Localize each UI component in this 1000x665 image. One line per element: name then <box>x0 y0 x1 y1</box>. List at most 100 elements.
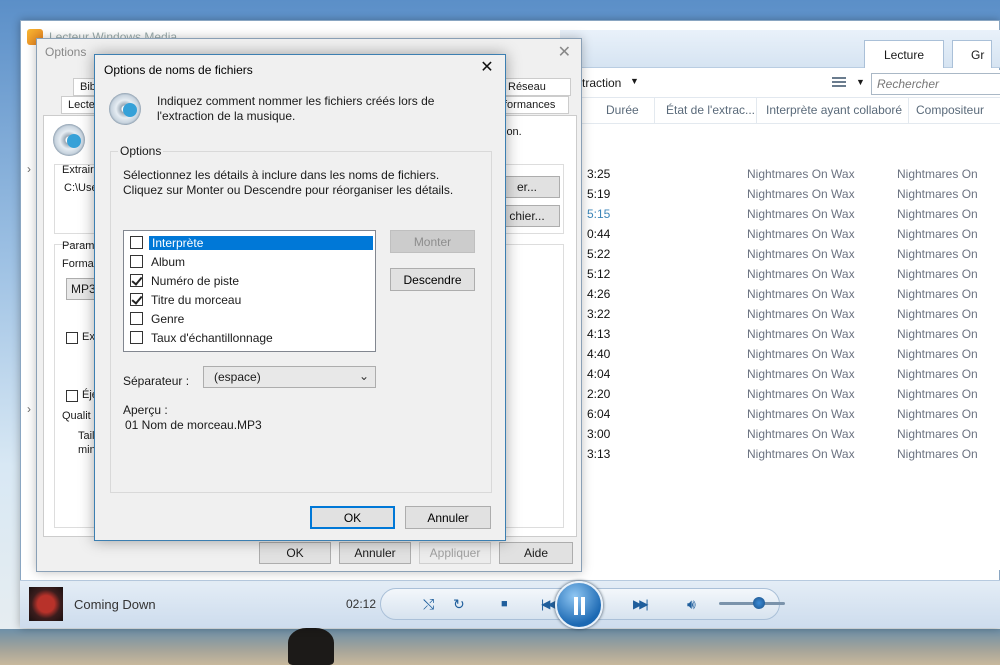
previous-icon[interactable]: |◀◀ <box>541 597 556 611</box>
list-item[interactable]: Titre du morceau <box>126 290 373 309</box>
view-options-icon[interactable] <box>832 77 846 89</box>
view-dropdown-icon[interactable]: ▼ <box>856 77 865 87</box>
track-composer: Nightmares On <box>897 347 978 361</box>
elapsed-time: 02:12 <box>346 597 377 611</box>
column-separator <box>908 98 909 124</box>
pause-icon <box>574 597 585 615</box>
table-row[interactable]: 2:20 Nightmares On Wax Nightmares On <box>560 384 1000 404</box>
options-help-button[interactable]: Aide <box>499 542 573 564</box>
track-composer: Nightmares On <box>897 267 978 281</box>
column-duration[interactable]: Durée <box>606 103 639 117</box>
chevron-right-icon[interactable]: › <box>27 162 31 176</box>
chevron-right-icon[interactable]: › <box>27 402 31 416</box>
track-composer: Nightmares On <box>897 247 978 261</box>
preview-value: 01 Nom de morceau.MP3 <box>125 418 262 432</box>
track-duration: 0:44 <box>587 227 611 241</box>
volume-slider-knob[interactable] <box>752 597 765 609</box>
tab-reseau[interactable]: Réseau <box>501 78 571 96</box>
column-contributing-artist[interactable]: Interprète ayant collaboré <box>766 103 902 117</box>
tab-gravure[interactable]: Gr <box>952 40 992 68</box>
options-group-label: Options <box>118 144 164 158</box>
list-item[interactable]: Album <box>126 252 373 271</box>
tab-performances[interactable]: formances <box>497 96 569 114</box>
track-composer: Nightmares On <box>897 227 978 241</box>
shuffle-icon[interactable]: ⤭ <box>423 597 434 611</box>
rip-path: C:\Use <box>64 182 98 194</box>
close-icon[interactable]: ✕ <box>558 42 571 62</box>
volume-icon[interactable]: 🔊︎ <box>687 597 696 611</box>
track-artist: Nightmares On Wax <box>747 367 855 381</box>
options-cancel-button[interactable]: Annuler <box>339 542 411 564</box>
separator-select[interactable]: (espace) ⌄ <box>203 366 376 388</box>
format-label: Format <box>62 258 97 270</box>
search-input[interactable]: Rechercher <box>871 73 1000 95</box>
table-row[interactable]: 5:15 Nightmares On Wax Nightmares On <box>560 204 1000 224</box>
player-toolbar: xtraction ▼ ▼ Rechercher <box>560 70 1000 98</box>
track-composer: Nightmares On <box>897 407 978 421</box>
list-item[interactable]: Numéro de piste <box>126 271 373 290</box>
dialog-title: Options de noms de fichiers <box>104 63 253 77</box>
tab-lecteur[interactable]: Lecte <box>61 96 95 114</box>
detail-checkbox[interactable] <box>130 293 143 306</box>
column-composer[interactable]: Compositeur <box>916 103 984 117</box>
track-artist: Nightmares On Wax <box>747 347 855 361</box>
column-separator <box>654 98 655 124</box>
track-composer: Nightmares On <box>897 427 978 441</box>
track-artist: Nightmares On Wax <box>747 187 855 201</box>
stop-icon[interactable]: ■ <box>501 597 508 611</box>
table-row[interactable]: 4:40 Nightmares On Wax Nightmares On <box>560 344 1000 364</box>
track-composer: Nightmares On <box>897 327 978 341</box>
list-item[interactable]: Taux d'échantillonnage <box>126 328 373 347</box>
detail-checkbox[interactable] <box>130 312 143 325</box>
track-composer: Nightmares On <box>897 367 978 381</box>
track-duration: 3:00 <box>587 427 611 441</box>
pause-button[interactable] <box>555 581 603 629</box>
move-down-button[interactable]: Descendre <box>390 268 475 291</box>
options-ok-button[interactable]: OK <box>259 542 331 564</box>
tab-lecture[interactable]: Lecture <box>864 40 944 68</box>
track-composer: Nightmares On <box>897 387 978 401</box>
track-duration: 5:19 <box>587 187 611 201</box>
track-composer: Nightmares On <box>897 447 978 461</box>
track-duration: 3:25 <box>587 167 611 181</box>
album-cover[interactable] <box>29 587 63 621</box>
table-row[interactable]: 3:25 Nightmares On Wax Nightmares On <box>560 164 1000 184</box>
table-row[interactable]: 5:19 Nightmares On Wax Nightmares On <box>560 184 1000 204</box>
extraction-dropdown-icon[interactable]: ▼ <box>630 76 639 86</box>
track-artist: Nightmares On Wax <box>747 427 855 441</box>
repeat-icon[interactable]: ↻ <box>453 597 465 611</box>
table-row[interactable]: 5:22 Nightmares On Wax Nightmares On <box>560 244 1000 264</box>
table-row[interactable]: 0:44 Nightmares On Wax Nightmares On <box>560 224 1000 244</box>
dialog-cancel-button[interactable]: Annuler <box>405 506 491 529</box>
table-row[interactable]: 3:00 Nightmares On Wax Nightmares On <box>560 424 1000 444</box>
move-up-button[interactable]: Monter <box>390 230 475 253</box>
extraction-button[interactable]: xtraction <box>576 76 621 90</box>
track-artist: Nightmares On Wax <box>747 287 855 301</box>
column-rip-status[interactable]: État de l'extrac... <box>666 103 755 117</box>
detail-checkbox[interactable] <box>130 236 143 249</box>
options-dialog-title: Options <box>45 45 87 59</box>
close-icon[interactable]: ✕ <box>477 58 497 78</box>
dialog-ok-button[interactable]: OK <box>310 506 395 529</box>
detail-checkbox[interactable] <box>130 331 143 344</box>
detail-label: Album <box>151 254 186 269</box>
copy-protect-checkbox[interactable] <box>66 332 78 344</box>
table-row[interactable]: 4:26 Nightmares On Wax Nightmares On <box>560 284 1000 304</box>
track-duration: 4:40 <box>587 347 611 361</box>
list-item[interactable]: Genre <box>126 309 373 328</box>
track-composer: Nightmares On <box>897 207 978 221</box>
detail-checkbox[interactable] <box>130 255 143 268</box>
next-icon[interactable]: ▶▶| <box>633 597 648 611</box>
detail-checkbox[interactable] <box>130 274 143 287</box>
eject-checkbox[interactable] <box>66 390 78 402</box>
table-row[interactable]: 3:22 Nightmares On Wax Nightmares On <box>560 304 1000 324</box>
table-row[interactable]: 3:13 Nightmares On Wax Nightmares On <box>560 444 1000 464</box>
track-duration: 3:13 <box>587 447 611 461</box>
table-row[interactable]: 5:12 Nightmares On Wax Nightmares On <box>560 264 1000 284</box>
table-row[interactable]: 4:13 Nightmares On Wax Nightmares On <box>560 324 1000 344</box>
table-row[interactable]: 4:04 Nightmares On Wax Nightmares On <box>560 364 1000 384</box>
list-item[interactable]: Interprète <box>126 233 373 252</box>
track-artist: Nightmares On Wax <box>747 247 855 261</box>
table-row[interactable]: 6:04 Nightmares On Wax Nightmares On <box>560 404 1000 424</box>
options-apply-button[interactable]: Appliquer <box>419 542 491 564</box>
